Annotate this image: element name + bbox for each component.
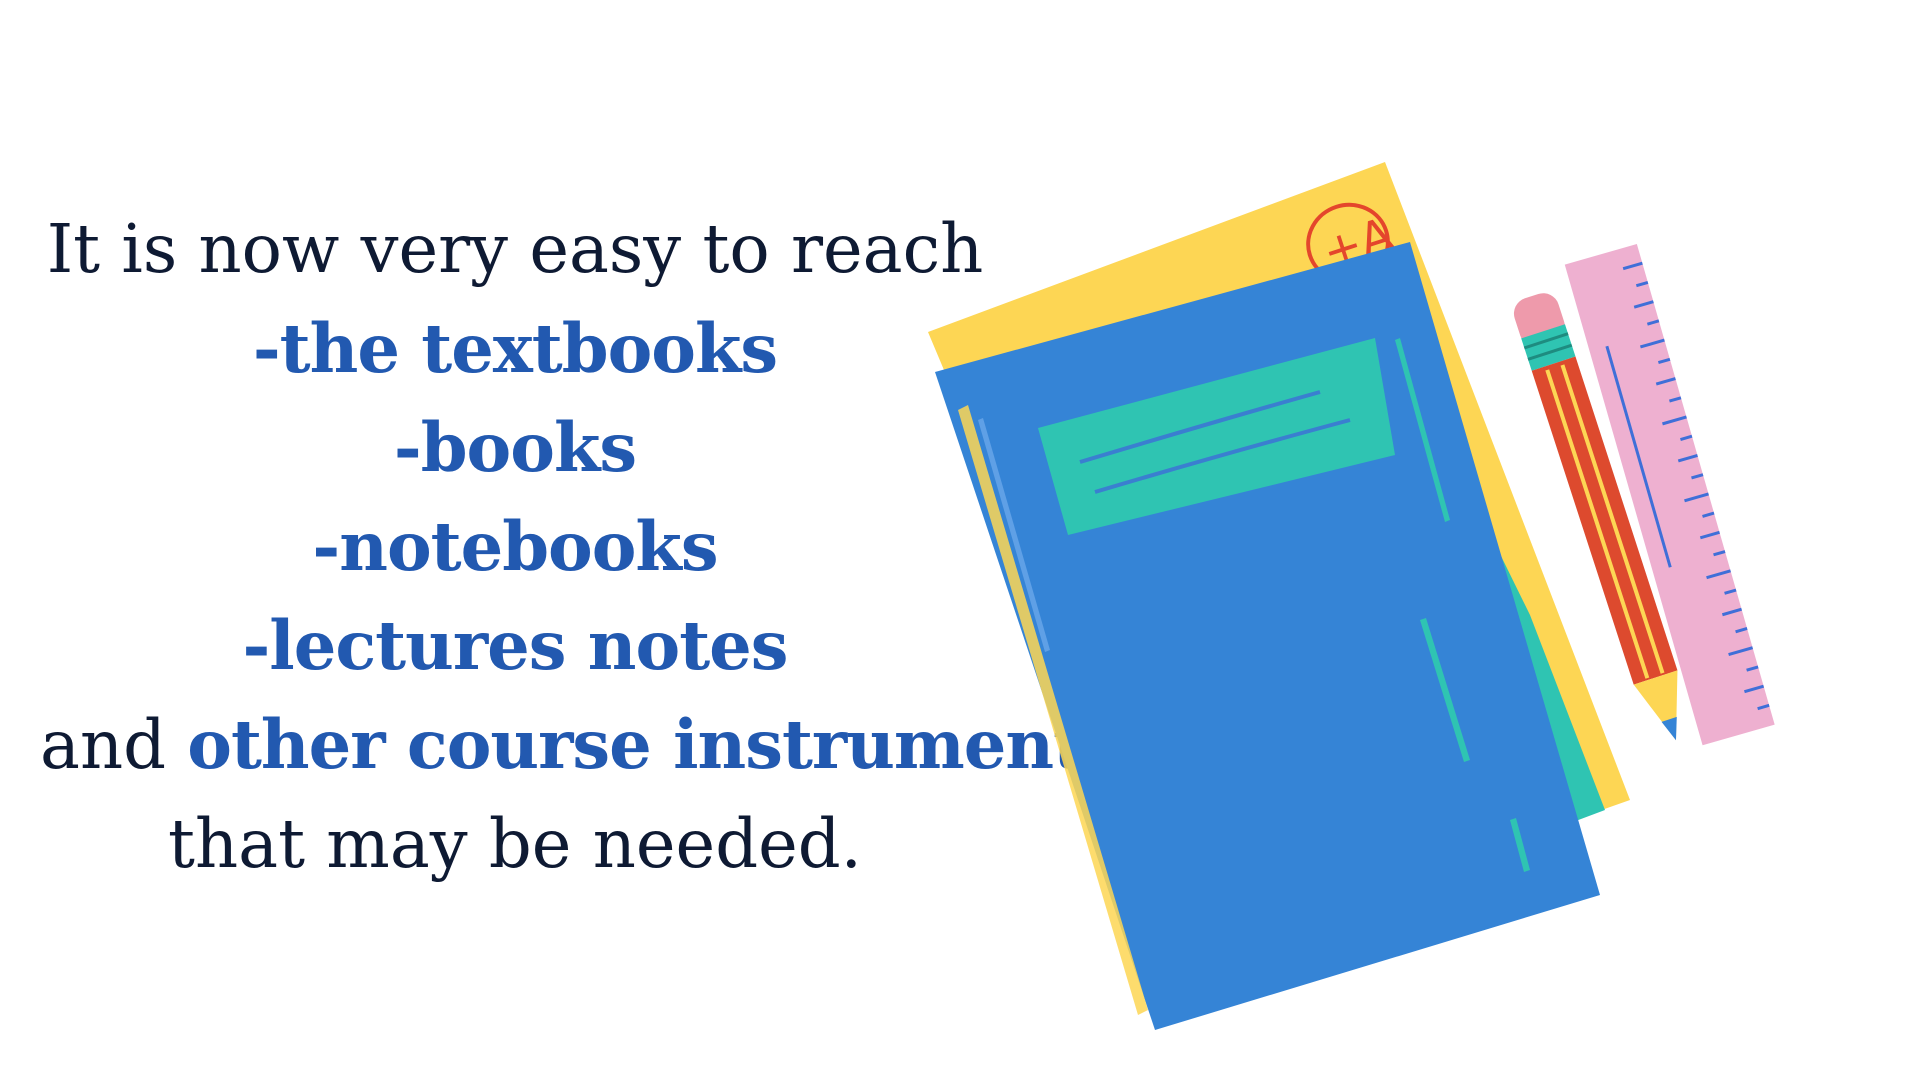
- intro-line: It is now very easy to reach: [46, 210, 984, 288]
- item-books: -books: [393, 408, 637, 487]
- item-lecture-notes: -lectures notes: [242, 606, 788, 685]
- notebook-icon: +A: [928, 162, 1630, 1030]
- stationery-illustration: +A: [900, 130, 1860, 1050]
- item-notebooks: -notebooks: [312, 507, 718, 586]
- message-text: It is now very easy to reach -the textbo…: [40, 200, 1121, 894]
- closing-line-2: that may be needed.: [168, 805, 862, 883]
- item-textbooks: -the textbooks: [252, 309, 778, 388]
- closing-prefix: and: [40, 706, 188, 784]
- closing-line-1: and other course instruments: [40, 695, 1121, 795]
